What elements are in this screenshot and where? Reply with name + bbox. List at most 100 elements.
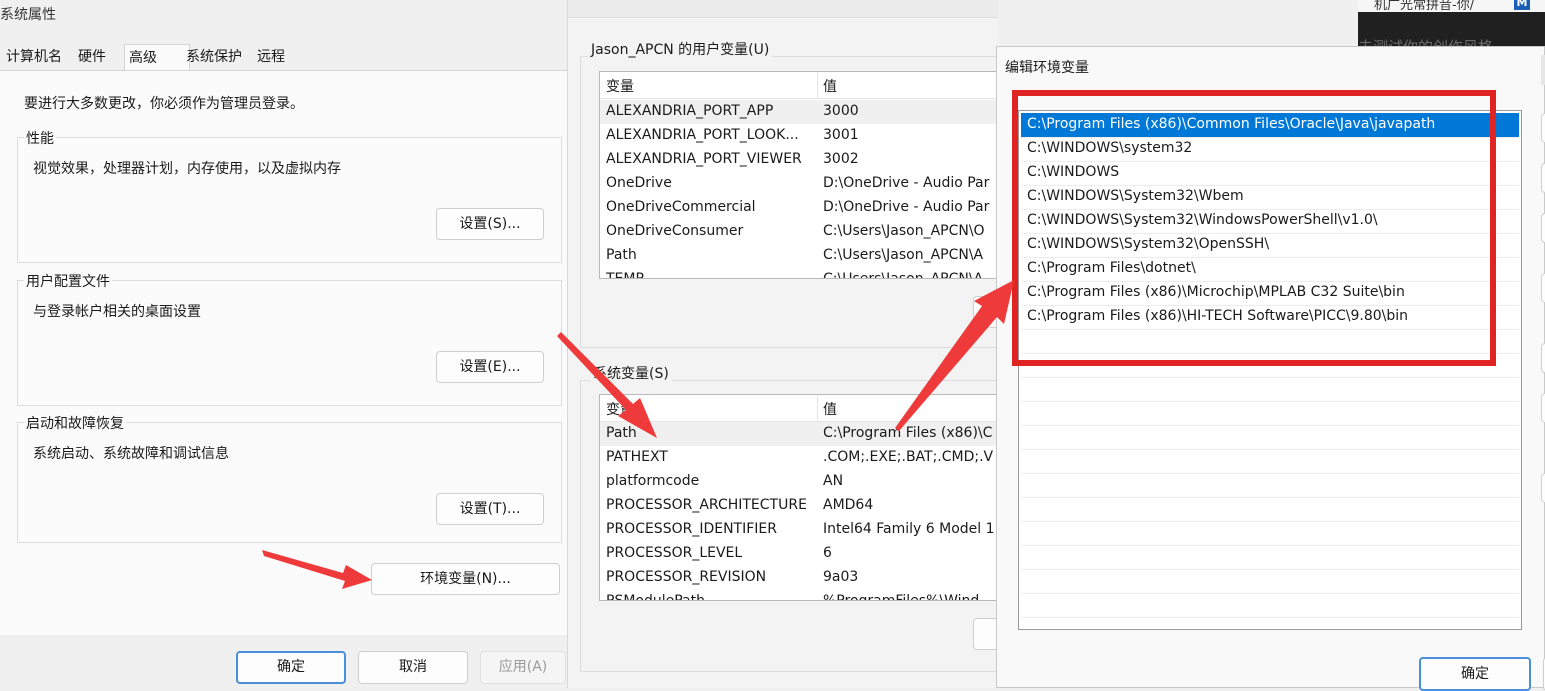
edit-text-button[interactable] — [1541, 473, 1545, 503]
table-row[interactable]: OneDriveCommercial D:\OneDrive - Audio Pa… — [600, 196, 997, 220]
var-name: PROCESSOR_LEVEL — [606, 545, 743, 561]
empty-row[interactable] — [1021, 425, 1519, 450]
user-vars-header: 变量 值 — [600, 72, 997, 99]
apply-button[interactable]: 应用(A) — [480, 651, 566, 684]
table-row[interactable]: OneDriveConsumer C:\Users\Jason_APCN\O — [600, 220, 997, 244]
tab-hardware[interactable]: 硬件 — [74, 44, 110, 70]
empty-row[interactable] — [1021, 401, 1519, 426]
column-header-variable[interactable]: 变量 — [606, 399, 634, 419]
admin-note: 要进行大多数更改，你必须作为管理员登录。 — [24, 96, 304, 112]
startup-recovery-settings-button[interactable]: 设置(T)... — [436, 493, 544, 525]
window-title: 系统属性 — [0, 7, 56, 23]
new-button[interactable] — [1541, 113, 1545, 143]
environment-variables-button[interactable]: 环境变量(N)... — [371, 563, 560, 595]
startup-recovery-title: 启动和故障恢复 — [24, 413, 126, 433]
title-bar-edge — [1541, 55, 1545, 85]
var-value: D:\OneDrive - Audio Par — [823, 175, 990, 191]
background-app-icon: M — [1514, 0, 1530, 10]
table-row[interactable]: PSModulePath %ProgramFiles%\Wind — [600, 590, 997, 601]
table-row[interactable]: ALEXANDRIA_PORT_APP 3000 — [600, 100, 997, 124]
var-value: AMD64 — [823, 497, 874, 513]
var-value: 3000 — [823, 103, 859, 119]
var-value: C:\Users\Jason_APCN\O — [823, 223, 985, 239]
tab-advanced[interactable]: 高级 — [124, 44, 190, 72]
empty-row[interactable] — [1021, 545, 1519, 570]
table-row[interactable]: PROCESSOR_ARCHITECTURE AMD64 — [600, 494, 997, 518]
tab-remote[interactable]: 远程 — [253, 44, 289, 70]
var-name: platformcode — [606, 473, 700, 489]
var-name: Path — [606, 425, 637, 441]
user-profiles-group — [17, 280, 562, 406]
column-header-variable[interactable]: 变量 — [606, 76, 634, 96]
var-value: %ProgramFiles%\Wind — [823, 593, 980, 601]
var-name: PROCESSOR_REVISION — [606, 569, 767, 585]
var-name: OneDrive — [606, 175, 672, 191]
table-row[interactable]: Path C:\Program Files (x86)\C — [600, 422, 997, 446]
empty-row[interactable] — [1021, 521, 1519, 546]
table-row[interactable]: OneDrive D:\OneDrive - Audio Par — [600, 172, 997, 196]
user-vars-table[interactable]: 变量 值 ALEXANDRIA_PORT_APP 3000 ALEXANDRIA_… — [599, 71, 998, 279]
move-up-button[interactable] — [1541, 343, 1545, 373]
var-value: C:\Users\Jason_APCN\A — [823, 271, 984, 279]
empty-row[interactable] — [1021, 377, 1519, 402]
var-value: C:\Program Files (x86)\C — [823, 425, 993, 441]
user-profiles-settings-button[interactable]: 设置(E)... — [436, 351, 544, 383]
var-name: PROCESSOR_ARCHITECTURE — [606, 497, 807, 513]
table-row[interactable]: PATHEXT .COM;.EXE;.BAT;.CMD;.V — [600, 446, 997, 470]
move-down-button[interactable] — [1541, 393, 1545, 423]
var-value: .COM;.EXE;.BAT;.CMD;.V — [823, 449, 994, 465]
column-separator — [817, 395, 818, 421]
var-name: ALEXANDRIA_PORT_APP — [606, 103, 774, 119]
var-value: 3002 — [823, 151, 859, 167]
empty-row[interactable] — [1021, 593, 1519, 618]
column-header-value[interactable]: 值 — [823, 76, 837, 96]
performance-settings-button[interactable]: 设置(S)... — [436, 208, 544, 240]
table-row[interactable]: TEMP C:\Users\Jason_APCN\A — [600, 268, 997, 279]
user-vars-title: Jason_APCN 的用户变量(U) — [588, 39, 773, 59]
table-row[interactable]: PROCESSOR_LEVEL 6 — [600, 542, 997, 566]
var-name: Path — [606, 247, 637, 263]
ok-button[interactable]: 确定 — [1419, 657, 1531, 691]
browse-button[interactable] — [1541, 213, 1545, 243]
title-bar — [568, 0, 998, 18]
var-name: TEMP — [606, 271, 644, 279]
empty-row[interactable] — [1021, 473, 1519, 498]
table-row[interactable]: Path C:\Users\Jason_APCN\A — [600, 244, 997, 268]
edit-button[interactable] — [1541, 163, 1545, 193]
table-row[interactable]: ALEXANDRIA_PORT_VIEWER 3002 — [600, 148, 997, 172]
empty-row[interactable] — [1021, 449, 1519, 474]
system-properties-window: 系统属性 计算机名 硬件 高级 系统保护 远程 要进行大多数更改，你必须作为管理… — [0, 0, 570, 688]
var-name: OneDriveConsumer — [606, 223, 744, 239]
system-vars-title: 系统变量(S) — [590, 363, 672, 383]
tab-panel-advanced: 要进行大多数更改，你必须作为管理员登录。 性能 视觉效果，处理器计划，内存使用，… — [0, 70, 568, 635]
background-tab-title: 机广光常拼音-你/ — [1374, 0, 1475, 13]
table-row[interactable]: ALEXANDRIA_PORT_LOOK... 3001 — [600, 124, 997, 148]
table-row[interactable]: PROCESSOR_IDENTIFIER Intel64 Family 6 Mod… — [600, 518, 997, 542]
system-vars-table[interactable]: 变量 值 Path C:\Program Files (x86)\C PATHEX… — [599, 394, 998, 601]
var-value: 3001 — [823, 127, 859, 143]
empty-row[interactable] — [1021, 569, 1519, 594]
table-row[interactable]: platformcode AN — [600, 470, 997, 494]
var-name: OneDriveCommercial — [606, 199, 756, 215]
delete-button[interactable] — [1541, 273, 1545, 303]
performance-desc: 视觉效果，处理器计划，内存使用，以及虚拟内存 — [33, 161, 341, 177]
startup-recovery-desc: 系统启动、系统故障和调试信息 — [33, 446, 229, 462]
var-name: PSModulePath — [606, 593, 705, 601]
user-profiles-title: 用户配置文件 — [24, 271, 112, 291]
performance-group — [17, 137, 562, 263]
column-header-value[interactable]: 值 — [823, 399, 837, 419]
var-name: PROCESSOR_IDENTIFIER — [606, 521, 777, 537]
column-separator — [817, 72, 818, 98]
var-value: D:\OneDrive - Audio Par — [823, 199, 990, 215]
background-app-strip: 机广光常拼音-你/ M 未测试你的创作风格 — [1358, 0, 1545, 56]
performance-title: 性能 — [24, 128, 56, 148]
ok-button[interactable]: 确定 — [236, 651, 346, 684]
tab-computer-name[interactable]: 计算机名 — [2, 44, 66, 70]
cancel-button[interactable]: 取消 — [358, 651, 468, 684]
environment-variables-window: Jason_APCN 的用户变量(U) 变量 值 ALEXANDRIA_PORT… — [567, 0, 1003, 688]
table-row[interactable]: PROCESSOR_REVISION 9a03 — [600, 566, 997, 590]
dialog-title: 编辑环境变量 — [1005, 60, 1089, 76]
tab-system-protection[interactable]: 系统保护 — [182, 44, 246, 70]
empty-row[interactable] — [1021, 497, 1519, 522]
system-vars-header: 变量 值 — [600, 395, 997, 422]
